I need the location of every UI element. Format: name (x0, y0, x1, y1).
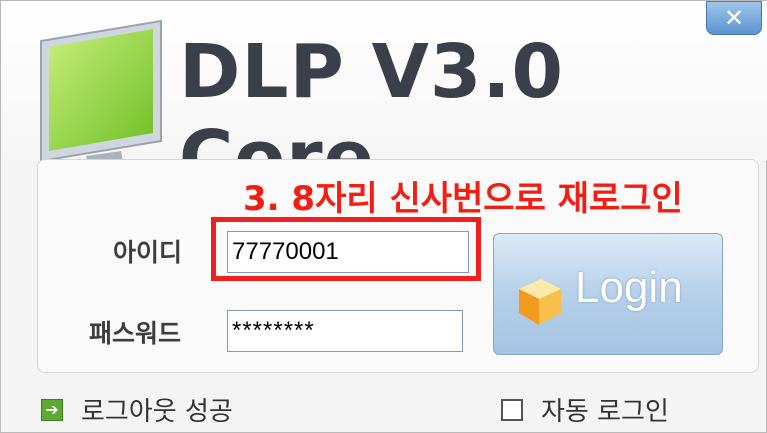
auto-login-label: 자동 로그인 (541, 397, 669, 427)
login-window: DLP V3.0 Core ✕ 3. 8자리 신사번으로 재로그인 아이디 77… (0, 0, 767, 433)
status-text: 로그아웃 성공 (81, 397, 233, 427)
id-label: 아이디 (113, 238, 183, 267)
annotation-highlight-box (211, 217, 481, 281)
cube-icon (519, 279, 561, 325)
close-button[interactable]: ✕ (706, 1, 762, 35)
login-button-label: Login (575, 263, 683, 312)
annotation-instruction: 3. 8자리 신사번으로 재로그인 (243, 179, 683, 219)
auto-login-checkbox[interactable] (501, 399, 523, 421)
password-label: 패스워드 (89, 319, 182, 348)
password-input[interactable]: ******** (227, 310, 463, 352)
close-icon: ✕ (723, 4, 745, 32)
arrow-right-icon: ➔ (41, 399, 63, 421)
